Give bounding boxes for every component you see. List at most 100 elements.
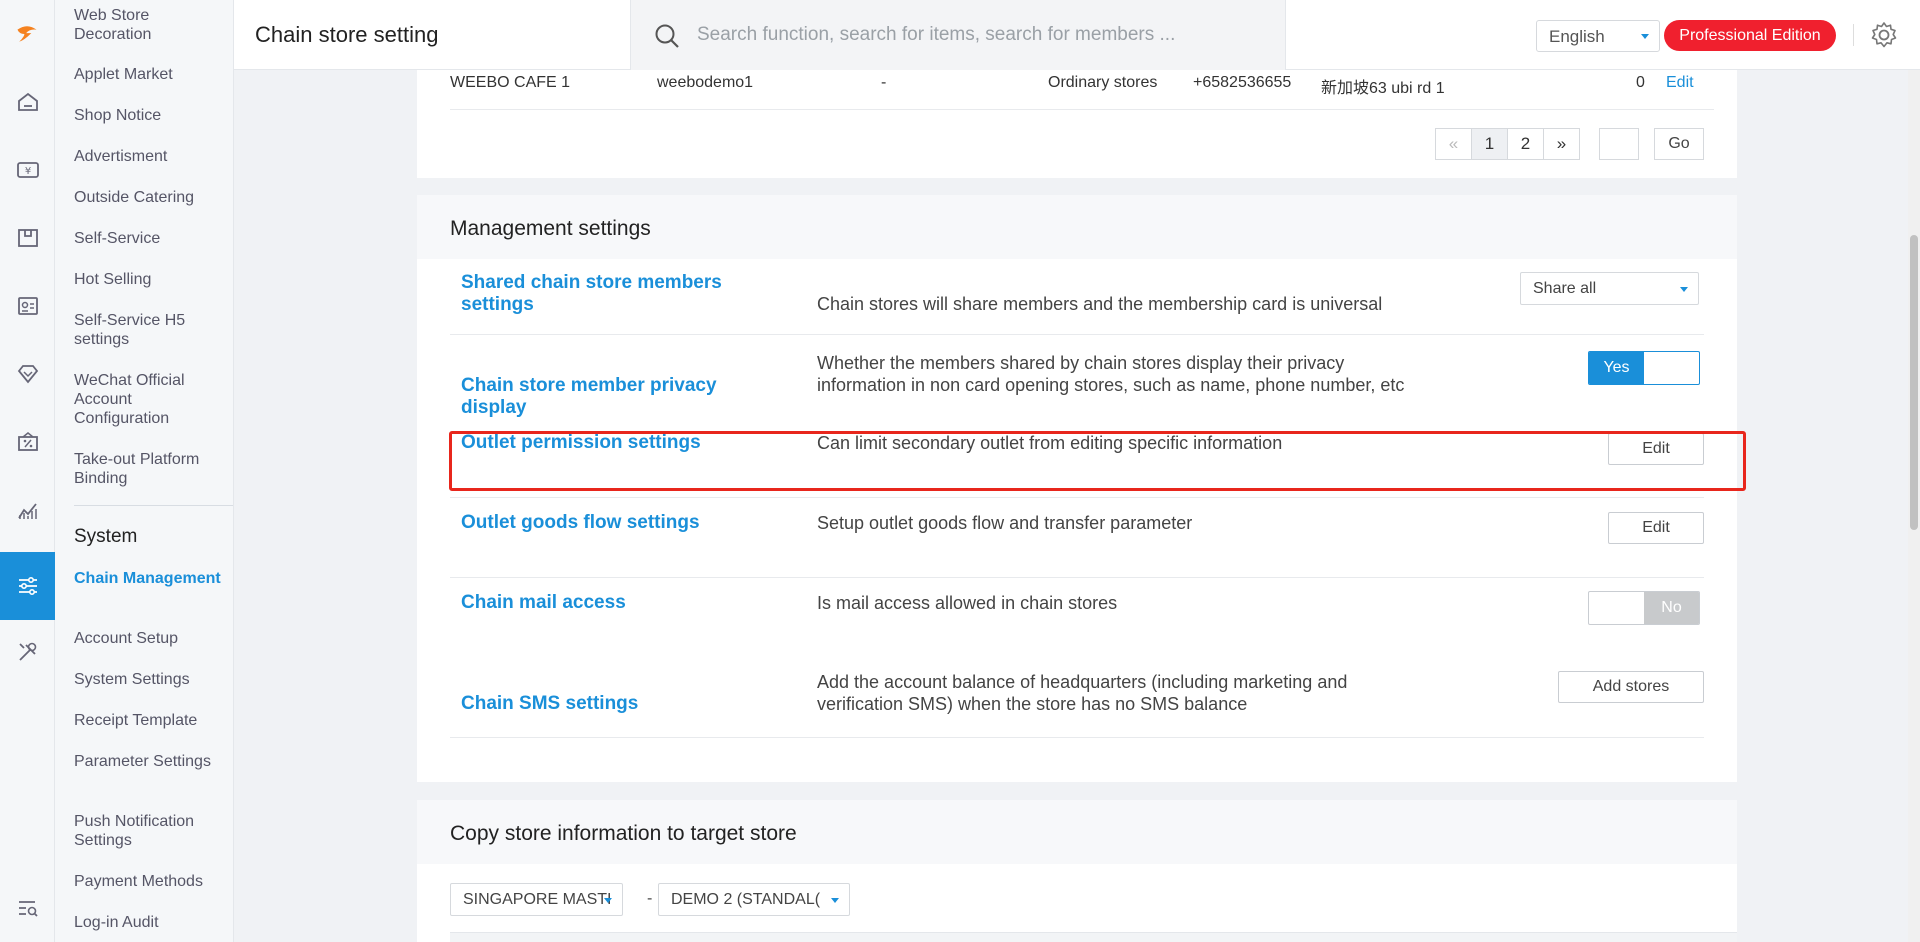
privacy-display-toggle[interactable]: Yes [1588, 351, 1700, 385]
settings-sliders-icon [18, 577, 37, 595]
menu-item-advertisment[interactable]: Advertisment [74, 147, 224, 166]
menu-item-wechat-config[interactable]: WeChat Official Account Configuration [74, 371, 224, 428]
rail-member[interactable] [0, 272, 55, 340]
rail-settings[interactable] [0, 552, 55, 620]
table-header-strip [450, 932, 1737, 942]
menu-item-parameter-settings[interactable]: Parameter Settings [74, 752, 224, 771]
share-members-value: Share all [1533, 280, 1597, 297]
store-phone-cell: +6582536655 [1193, 74, 1292, 91]
header-divider [1853, 24, 1854, 46]
store-edit-link[interactable]: Edit [1666, 74, 1694, 92]
menu-item-self-service[interactable]: Self-Service [74, 229, 224, 248]
chart-icon [17, 503, 37, 519]
store-dash-cell: - [881, 74, 887, 91]
edition-badge[interactable]: Professional Edition [1664, 20, 1836, 51]
menu-item-takeout-binding[interactable]: Take-out Platform Binding [74, 450, 224, 488]
tools-icon [18, 642, 36, 661]
menu-section-system: System [74, 526, 138, 547]
rail-reports[interactable] [0, 476, 55, 544]
rail-home[interactable] [0, 68, 55, 136]
target-store-value: DEMO 2 (STANDAL( [671, 891, 821, 908]
setting-row-privacy-display: Chain store member privacy display Wheth… [450, 335, 1704, 418]
page-title: Chain store setting [255, 22, 439, 47]
setting-row-shared-members: Shared chain store members settings Chai… [450, 259, 1704, 335]
logo-icon [17, 26, 37, 42]
add-stores-button[interactable]: Add stores [1558, 671, 1704, 703]
menu-item-web-store-decoration[interactable]: Web Store Decoration [74, 6, 224, 44]
gear-icon[interactable] [1869, 20, 1899, 50]
setting-desc: Add the account balance of headquarters … [817, 672, 1348, 714]
chevron-down-icon [831, 898, 839, 903]
setting-desc: Setup outlet goods flow and transfer par… [817, 513, 1193, 533]
copy-store-header: Copy store information to target store [417, 800, 1737, 864]
page-1-button[interactable]: 1 [1471, 128, 1508, 160]
setting-row-goods-flow: Outlet goods flow settings Setup outlet … [450, 498, 1704, 578]
goods-flow-edit-button[interactable]: Edit [1608, 512, 1704, 544]
menu-item-account-setup[interactable]: Account Setup [74, 629, 224, 648]
rail-cashier[interactable]: ¥ [0, 136, 55, 204]
chevron-down-icon [1680, 287, 1688, 292]
rail-marketing[interactable] [0, 408, 55, 476]
top-bar: Chain store setting English Professional… [234, 0, 1920, 70]
store-icon [17, 229, 38, 247]
toggle-yes-label: Yes [1589, 352, 1644, 384]
menu-item-applet-market[interactable]: Applet Market [74, 65, 224, 84]
store-separator: - [647, 890, 653, 907]
chevron-down-icon [1641, 34, 1649, 39]
rail-search-menu[interactable] [0, 874, 55, 942]
svg-text:¥: ¥ [24, 166, 30, 177]
share-members-select[interactable]: Share all [1520, 272, 1699, 305]
language-value: English [1549, 27, 1605, 46]
search-input[interactable] [697, 18, 1257, 52]
page-go-button[interactable]: Go [1654, 128, 1704, 160]
store-name-cell: WEEBO CAFE 1 [450, 74, 571, 91]
copy-store-card: Copy store information to target store S… [417, 800, 1737, 942]
diamond-icon [17, 365, 38, 384]
menu-item-shop-notice[interactable]: Shop Notice [74, 106, 224, 125]
app-logo[interactable] [0, 0, 54, 68]
member-card-icon [17, 297, 38, 315]
menu-item-outside-catering[interactable]: Outside Catering [74, 188, 224, 207]
store-list-card: WEEBO CAFE 1 weebodemo1 - Ordinary store… [417, 70, 1737, 178]
setting-name: Chain mail access [461, 592, 626, 613]
setting-desc: Whether the members shared by chain stor… [817, 353, 1405, 395]
page-prev-button[interactable]: « [1435, 128, 1472, 160]
chain-mail-toggle[interactable]: No [1588, 591, 1700, 625]
home-icon [17, 92, 38, 111]
target-store-select[interactable]: DEMO 2 (STANDAL( [658, 883, 850, 916]
secondary-menu: Web Store Decoration Applet Market Shop … [55, 0, 234, 942]
rail-store[interactable] [0, 204, 55, 272]
setting-row-chain-mail: Chain mail access Is mail access allowed… [450, 578, 1704, 658]
page-jump-input[interactable] [1599, 128, 1639, 160]
setting-desc: Chain stores will share members and the … [817, 294, 1383, 314]
rail-tools[interactable] [0, 618, 55, 686]
yen-cashier-icon: ¥ [16, 162, 39, 178]
menu-item-self-service-h5[interactable]: Self-Service H5 settings [74, 311, 224, 349]
menu-item-system-settings[interactable]: System Settings [74, 670, 224, 689]
setting-name: Outlet goods flow settings [461, 512, 700, 533]
source-store-value: SINGAPORE MASTI [463, 891, 612, 908]
setting-name: Chain SMS settings [461, 693, 639, 714]
page-2-button[interactable]: 2 [1507, 128, 1544, 160]
menu-item-hot-selling[interactable]: Hot Selling [74, 270, 224, 289]
search-list-icon [18, 901, 38, 917]
setting-name: Shared chain store members settings [461, 272, 722, 315]
rail-vip[interactable] [0, 340, 55, 408]
menu-item-login-audit[interactable]: Log-in Audit [74, 913, 224, 932]
store-count-cell: 0 [1636, 74, 1645, 91]
menu-item-chain-management[interactable]: Chain Management [74, 569, 224, 588]
source-store-select[interactable]: SINGAPORE MASTI [450, 883, 623, 916]
menu-item-push-notification[interactable]: Push Notification Settings [74, 812, 224, 850]
page-next-button[interactable]: » [1543, 128, 1580, 160]
icon-rail: ¥ [0, 0, 55, 942]
pagination: « 1 2 » [1435, 128, 1580, 160]
table-row: WEEBO CAFE 1 weebodemo1 - Ordinary store… [450, 70, 1714, 110]
menu-item-payment-methods[interactable]: Payment Methods [74, 872, 224, 891]
language-select[interactable]: English [1536, 20, 1660, 52]
store-address-cell: 新加坡63 ubi rd 1 [1321, 80, 1445, 97]
management-settings-header: Management settings [417, 195, 1737, 259]
global-search[interactable] [630, 0, 1286, 70]
copy-store-title: Copy store information to target store [450, 822, 797, 845]
scrollbar-thumb[interactable] [1910, 235, 1918, 530]
menu-item-receipt-template[interactable]: Receipt Template [74, 711, 224, 730]
